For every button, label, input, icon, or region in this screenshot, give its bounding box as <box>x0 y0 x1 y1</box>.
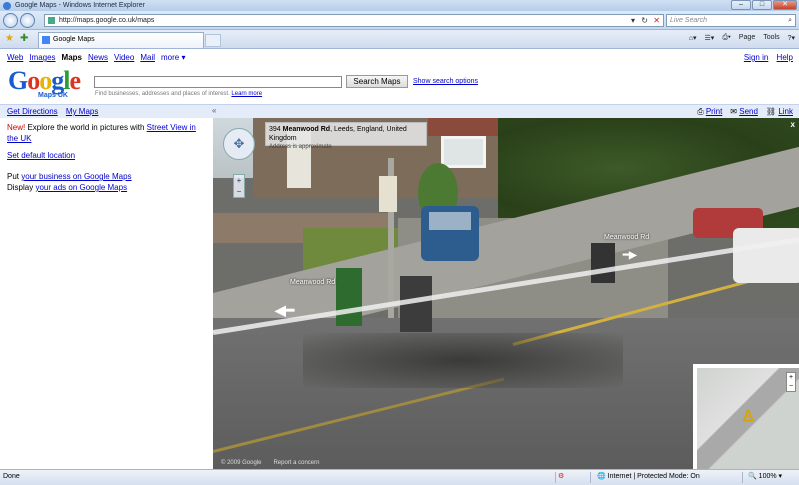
refresh-icon[interactable]: ↻ <box>641 15 648 26</box>
collapse-panel-icon[interactable]: « <box>212 106 216 115</box>
dropdown-icon[interactable]: ▾ <box>631 15 635 26</box>
logo-sub: Maps UK <box>38 92 68 99</box>
print-link[interactable]: ⎙ Print <box>697 107 722 117</box>
address-popup: 394 Meanwood Rd, Leeds, England, United … <box>265 122 427 150</box>
ads-link[interactable]: your ads on Google Maps <box>35 183 127 192</box>
command-bar: ⌂▾ ☰▾ ⎙▾ Page Tools ?▾ <box>681 34 795 42</box>
search-hint: Find businesses, addresses and places of… <box>95 91 263 97</box>
ie-logo-icon <box>3 1 11 10</box>
street-view-panorama[interactable]: ◀━ ━▶ Meanwood Rd Meanwood Rd 394 Meanwo… <box>213 118 799 469</box>
print-icon[interactable]: ⎙▾ <box>722 34 731 42</box>
maximize-button[interactable]: □ <box>752 0 772 10</box>
google-favicon-icon <box>42 36 50 44</box>
new-tab-button[interactable] <box>205 34 221 47</box>
nav-images[interactable]: Images <box>29 53 55 62</box>
chain-link-icon: ⛓ <box>765 107 777 116</box>
close-street-view-button[interactable]: x <box>791 120 795 129</box>
sign-in-link[interactable]: Sign in <box>744 53 768 62</box>
my-maps-link[interactable]: My Maps <box>66 107 98 116</box>
google-logo[interactable]: Google <box>8 68 81 94</box>
left-panel: New! Explore the world in pictures with … <box>7 122 207 199</box>
search-icon[interactable]: ⌕ <box>788 15 792 26</box>
nav-news[interactable]: News <box>88 53 108 62</box>
road-label-left: Meanwood Rd <box>290 279 336 286</box>
mail-icon: ✉ <box>730 107 737 116</box>
live-search-input[interactable]: Live Search ⌕ <box>666 14 796 27</box>
default-location-link[interactable]: Set default location <box>7 151 75 160</box>
account-links: Sign in Help <box>738 53 793 62</box>
learn-more-link[interactable]: Learn more <box>231 91 262 97</box>
blue-car <box>421 206 479 261</box>
mini-map[interactable]: ♙ + − <box>693 364 799 469</box>
printer-icon: ⎙ <box>697 107 704 116</box>
home-icon[interactable]: ⌂▾ <box>689 34 697 42</box>
road-label-right: Meanwood Rd <box>604 234 650 241</box>
green-bin <box>336 268 362 326</box>
send-link[interactable]: ✉ Send <box>730 107 758 117</box>
zoom-control[interactable]: + − <box>233 174 245 198</box>
street-view-promo: New! Explore the world in pictures with … <box>7 123 196 143</box>
nav-web[interactable]: Web <box>7 53 23 62</box>
window-controls: – □ ✕ <box>730 0 797 10</box>
stop-icon[interactable]: ✕ <box>653 15 660 26</box>
tools-menu[interactable]: Tools <box>763 34 779 42</box>
feeds-icon[interactable]: ☰▾ <box>705 34 715 42</box>
window-title: Google Maps - Windows Internet Explorer <box>15 2 145 9</box>
security-icon: ⚙ <box>558 473 565 480</box>
copyright: © 2009 Google Report a concern <box>221 460 320 466</box>
link-link[interactable]: ⛓ Link <box>766 107 793 117</box>
arrow-left-icon[interactable]: ◀━ <box>275 302 294 319</box>
report-link[interactable]: Report a concern <box>273 460 319 466</box>
maps-toolstrip: Get Directions My Maps « ⎙ Print ✉ Send … <box>0 104 799 118</box>
search-options-link[interactable]: Show search options <box>413 78 478 85</box>
zoom-level[interactable]: 🔍 100% ▾ <box>748 470 782 484</box>
minimize-button[interactable]: – <box>731 0 751 10</box>
security-zone[interactable]: 🌐 Internet | Protected Mode: On <box>597 470 700 484</box>
arrow-right-icon[interactable]: ━▶ <box>623 250 637 261</box>
url-text: http://maps.google.co.uk/maps <box>59 17 155 24</box>
address-bar-row: http://maps.google.co.uk/maps ▾ ↻ ✕ Live… <box>0 11 799 30</box>
nav-maps[interactable]: Maps <box>62 53 82 62</box>
globe-icon: 🌐 <box>597 473 606 480</box>
zoom-icon: 🔍 <box>748 473 757 480</box>
help-icon[interactable]: ?▾ <box>788 34 795 42</box>
pan-control-icon[interactable]: ✥ <box>223 128 255 160</box>
maps-search-input[interactable] <box>94 76 342 88</box>
add-favorites-icon[interactable]: ✚ <box>20 33 28 44</box>
favorites-star-icon[interactable]: ★ <box>5 33 14 44</box>
get-directions-link[interactable]: Get Directions <box>7 107 58 116</box>
white-van <box>733 228 799 283</box>
nav-video[interactable]: Video <box>114 53 134 62</box>
status-text: Done <box>3 473 20 480</box>
search-placeholder: Live Search <box>670 17 707 24</box>
forward-button[interactable] <box>20 13 35 28</box>
business-link[interactable]: your business on Google Maps <box>21 172 131 181</box>
favorites-bar: ★ ✚ Google Maps ⌂▾ ☰▾ ⎙▾ Page Tools ?▾ <box>0 30 799 49</box>
help-link[interactable]: Help <box>777 53 793 62</box>
google-nav: Web Images Maps News Video Mail more ▾ <box>7 53 185 62</box>
browser-tab[interactable]: Google Maps <box>38 32 204 48</box>
search-maps-button[interactable]: Search Maps <box>346 75 408 88</box>
pegman-icon[interactable]: ♙ <box>741 406 755 426</box>
tab-label: Google Maps <box>53 36 95 43</box>
nav-mail[interactable]: Mail <box>140 53 155 62</box>
address-input[interactable]: http://maps.google.co.uk/maps ▾ ↻ ✕ <box>44 14 664 27</box>
status-bar: Done ⚙ 🌐 Internet | Protected Mode: On 🔍… <box>0 469 799 485</box>
back-button[interactable] <box>3 13 18 28</box>
mini-zoom-control[interactable]: + − <box>786 372 796 392</box>
zoom-in-button[interactable]: + <box>234 175 244 186</box>
nav-more[interactable]: more ▾ <box>161 53 185 62</box>
page-favicon-icon <box>48 17 55 24</box>
window-titlebar: Google Maps - Windows Internet Explorer … <box>0 0 799 11</box>
zoom-out-button[interactable]: − <box>234 186 244 197</box>
page-menu[interactable]: Page <box>739 34 755 42</box>
close-window-button[interactable]: ✕ <box>773 0 797 10</box>
